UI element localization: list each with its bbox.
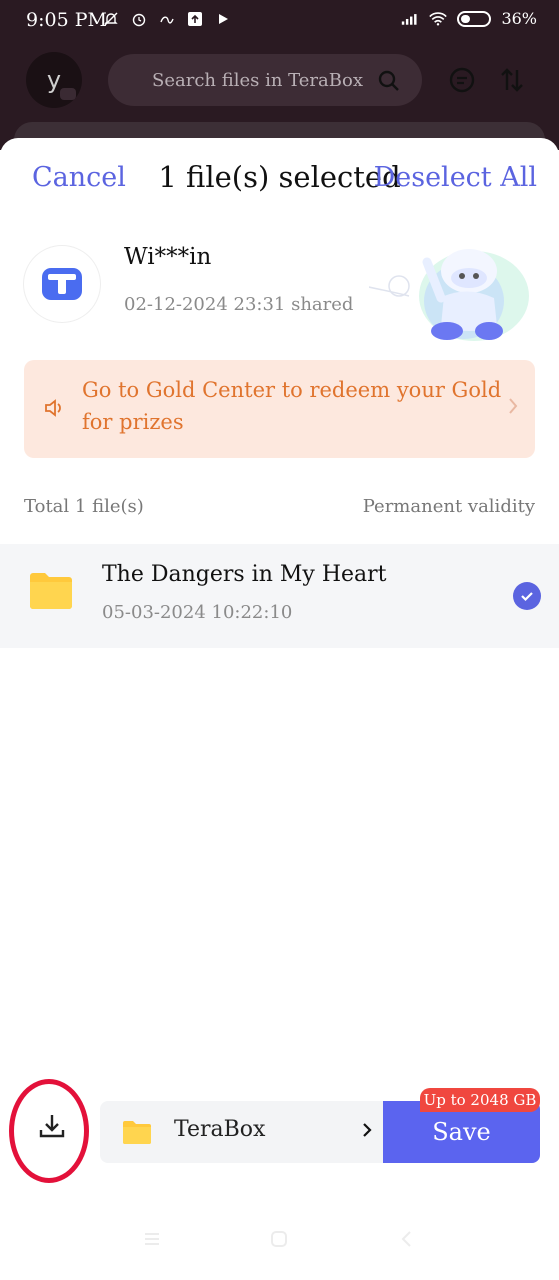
chevron-right-icon [362,1121,372,1143]
upload-icon [186,10,204,28]
mascot-illustration-icon [308,226,529,346]
battery-icon [457,10,492,27]
share-date: 02-12-2024 23:31 shared [124,294,354,315]
sheet-top-bar: Cancel 1 file(s) selected Deselect All [0,156,559,206]
file-name: The Dangers in My Heart [102,562,387,587]
annotation-circle [9,1079,89,1183]
folder-icon [122,1119,152,1149]
avatar-badge-icon [60,88,76,100]
sharer-info: Wi***in 02-12-2024 23:31 shared [0,226,559,346]
background-search-bar: Search files in TeraBox [108,54,422,106]
terabox-logo-icon [24,246,100,322]
folder-icon [28,570,74,614]
quota-badge: Up to 2048 GB [420,1088,540,1112]
home-icon[interactable] [268,1228,290,1250]
menu-icon[interactable] [141,1228,163,1250]
battery-percent: 36% [501,9,537,28]
list-item[interactable]: The Dangers in My Heart 05-03-2024 10:22… [0,544,559,648]
background-header: y Search files in TeraBox [0,50,559,110]
search-placeholder: Search files in TeraBox [152,69,363,91]
gold-banner-text: Go to Gold Center to redeem your Gold fo… [82,378,502,434]
destination-folder-selector[interactable]: TeraBox [100,1101,384,1163]
chevron-right-icon [507,396,519,420]
sort-icon [498,66,526,94]
avatar-initial: y [46,66,62,94]
checkmark-icon[interactable] [513,582,541,610]
chat-icon [448,66,476,94]
speaker-icon [42,396,66,424]
alarm-icon [130,10,148,28]
signal-icon [401,10,419,28]
app-notification-icon [158,10,176,28]
play-icon [214,10,232,28]
status-system-icons: 36% [401,9,537,28]
save-files-sheet: Cancel 1 file(s) selected Deselect All W… [0,138,559,1280]
deselect-all-button[interactable]: Deselect All [374,162,537,193]
gold-center-banner[interactable]: Go to Gold Center to redeem your Gold fo… [24,360,535,458]
system-nav-bar [0,1228,559,1258]
files-header: Total 1 file(s) Permanent validity [0,494,559,524]
sharer-name: Wi***in [124,244,212,270]
status-bar: 9:05 PM 36% [0,0,559,42]
back-icon[interactable] [396,1228,418,1250]
search-icon [378,70,400,97]
status-notification-icons [102,10,232,28]
avatar: y [26,52,82,108]
total-files-label: Total 1 file(s) [24,496,144,517]
wifi-icon [429,10,448,28]
destination-label: TeraBox [174,1117,266,1142]
validity-label: Permanent validity [362,496,535,517]
mute-bell-icon [102,10,120,28]
status-time: 9:05 PM [26,9,107,31]
file-date: 05-03-2024 10:22:10 [102,602,293,623]
